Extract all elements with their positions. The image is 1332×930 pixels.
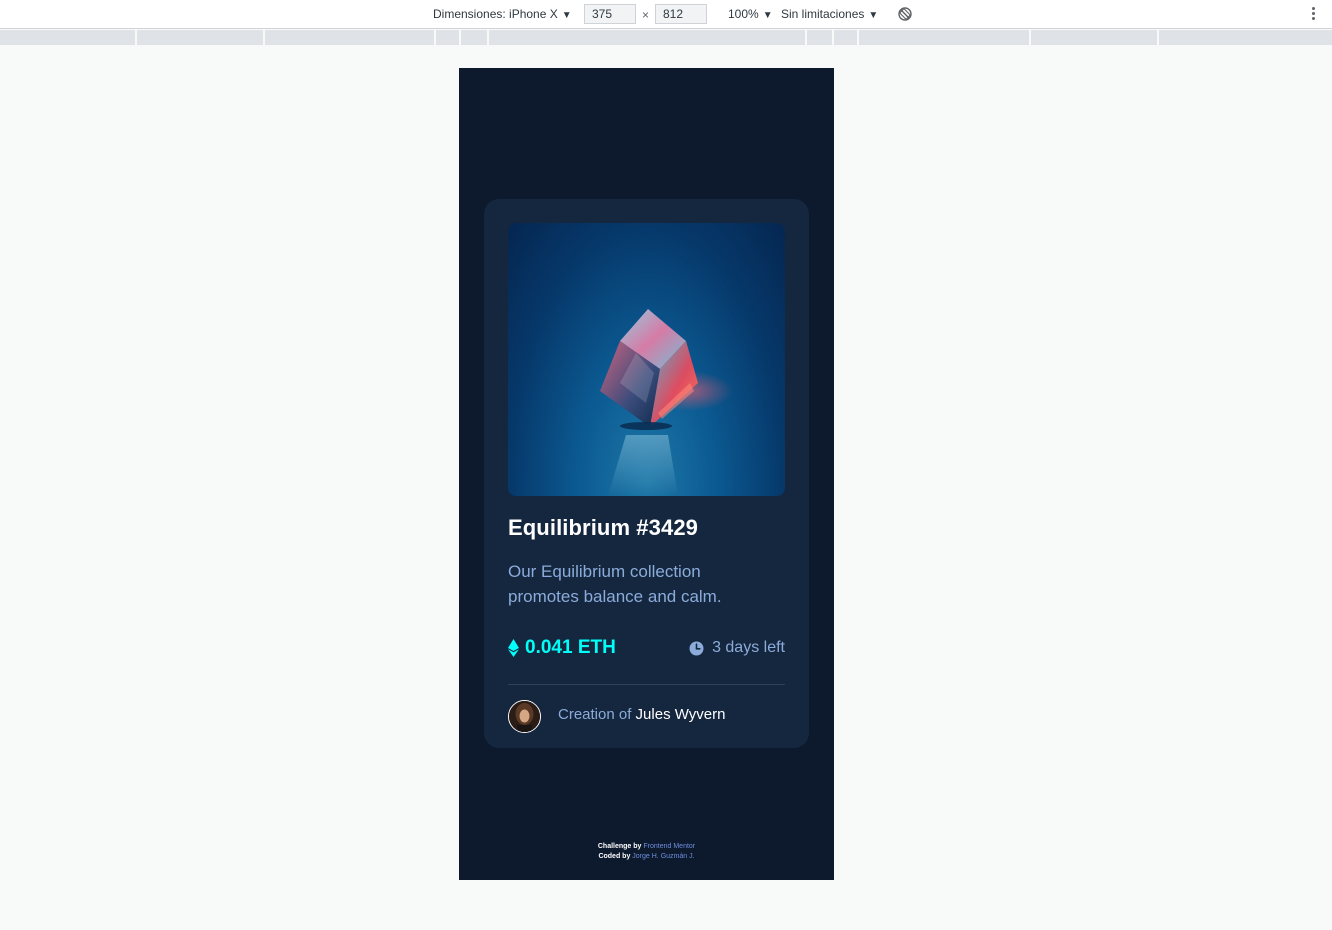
chevron-down-icon: ▼	[561, 10, 572, 21]
media-query-marker[interactable]	[1157, 30, 1159, 45]
frontend-mentor-link[interactable]: Frontend Mentor	[643, 843, 695, 850]
ethereum-icon	[508, 639, 519, 657]
throttling-select[interactable]: Sin limitaciones ▼	[781, 0, 878, 28]
media-query-marker[interactable]	[135, 30, 137, 45]
price-value: 0.041 ETH	[525, 637, 616, 658]
nft-card: Equilibrium #3429 Our Equilibrium collec…	[484, 199, 809, 748]
creator-line: Creation of Jules Wyvern	[558, 706, 725, 723]
zoom-select[interactable]: 100% ▼	[728, 0, 773, 28]
price: 0.041 ETH	[508, 636, 616, 660]
avatar	[508, 700, 541, 733]
width-input[interactable]: 375	[584, 4, 636, 24]
media-query-marker[interactable]	[857, 30, 859, 45]
cube-illustration	[600, 309, 733, 496]
throttling-label: Sin limitaciones	[781, 7, 865, 21]
device-toolbar: Dimensiones: iPhone X ▼ 375 × 812 100% ▼ S…	[0, 0, 1332, 29]
challenge-prefix: Challenge by	[597, 843, 642, 850]
more-vert-icon[interactable]	[1311, 7, 1317, 21]
media-query-marker[interactable]	[832, 30, 834, 45]
media-query-marker[interactable]	[263, 30, 265, 45]
clock-icon	[689, 641, 704, 655]
media-query-marker[interactable]	[487, 30, 489, 45]
creator-prefix: Creation of	[558, 706, 632, 723]
device-select[interactable]: Dimensiones: iPhone X ▼	[433, 0, 572, 28]
zoom-label: 100%	[728, 7, 759, 21]
media-query-bar[interactable]	[0, 30, 1332, 45]
coded-prefix: Coded by	[598, 853, 631, 860]
time-left-label: 3 days left	[712, 639, 785, 656]
nft-image[interactable]	[508, 223, 785, 496]
device-select-label: Dimensiones: iPhone X	[433, 7, 558, 21]
times-separator: ×	[642, 8, 650, 22]
author-link[interactable]: Jorge H. Guzmán J.	[632, 853, 694, 860]
media-query-marker[interactable]	[805, 30, 807, 45]
rotate-icon[interactable]	[897, 6, 913, 22]
time-left: 3 days left	[689, 636, 785, 660]
nft-description: Our Equilibrium collection promotes bala…	[508, 562, 722, 606]
height-input[interactable]: 812	[655, 4, 707, 24]
creator-name-link[interactable]: Jules Wyvern	[636, 706, 726, 723]
device-viewport: Equilibrium #3429 Our Equilibrium collec…	[459, 68, 834, 880]
nft-title[interactable]: Equilibrium #3429	[508, 515, 698, 541]
attribution-line-challenge: Challenge by Frontend Mentor	[459, 842, 834, 852]
media-query-marker[interactable]	[1029, 30, 1031, 45]
media-query-marker[interactable]	[434, 30, 436, 45]
media-query-marker[interactable]	[459, 30, 461, 45]
creator-portrait	[509, 701, 540, 732]
attribution-line-coded: Coded by Jorge H. Guzmán J.	[459, 852, 834, 862]
divider	[508, 684, 785, 685]
attribution: Challenge by Frontend Mentor Coded by Jo…	[459, 842, 834, 862]
chevron-down-icon: ▼	[762, 10, 773, 21]
chevron-down-icon: ▼	[868, 10, 879, 21]
